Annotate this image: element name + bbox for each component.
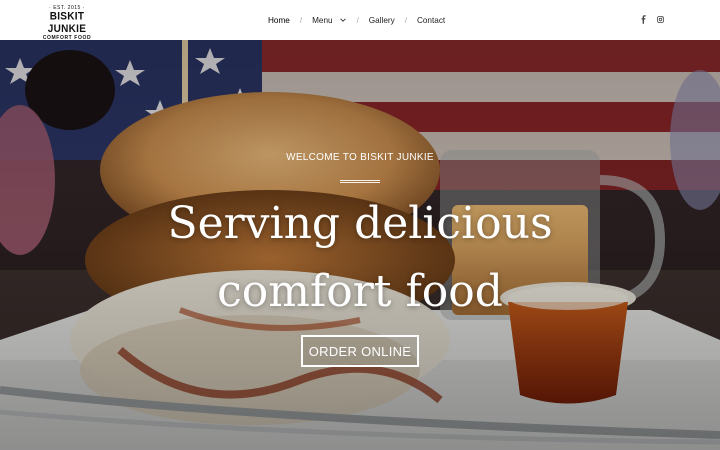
nav-item-menu-label: Menu xyxy=(312,15,333,25)
hero-headline-line2: comfort food xyxy=(217,266,503,317)
hero-section: WELCOME TO BISKIT JUNKIE Serving delicio… xyxy=(0,40,720,450)
nav-item-contact[interactable]: Contact xyxy=(417,16,445,25)
nav-item-gallery[interactable]: Gallery xyxy=(369,16,395,25)
logo-name: BISKIT JUNKIE xyxy=(47,10,87,36)
hero-headline: Serving delicious comfort food xyxy=(0,190,720,326)
site-header: · EST. 2015 · BISKIT JUNKIE COMFORT FOOD… xyxy=(0,0,720,41)
hero-headline-line1: Serving delicious xyxy=(167,198,553,249)
hero-divider xyxy=(340,180,380,183)
nav-separator: / xyxy=(356,15,359,25)
chevron-down-icon xyxy=(339,18,346,22)
hero-kicker: WELCOME TO BISKIT JUNKIE xyxy=(286,152,434,163)
nav-item-menu[interactable]: Menu xyxy=(312,16,346,25)
facebook-icon[interactable] xyxy=(638,14,648,24)
order-online-button[interactable]: ORDER ONLINE xyxy=(301,335,419,367)
main-nav: Home / Menu / Gallery / Contact xyxy=(268,12,445,28)
logo[interactable]: · EST. 2015 · BISKIT JUNKIE COMFORT FOOD xyxy=(36,5,98,41)
instagram-icon[interactable] xyxy=(655,14,665,24)
nav-separator: / xyxy=(404,15,407,25)
nav-item-home[interactable]: Home xyxy=(268,16,290,25)
nav-separator: / xyxy=(299,15,303,25)
